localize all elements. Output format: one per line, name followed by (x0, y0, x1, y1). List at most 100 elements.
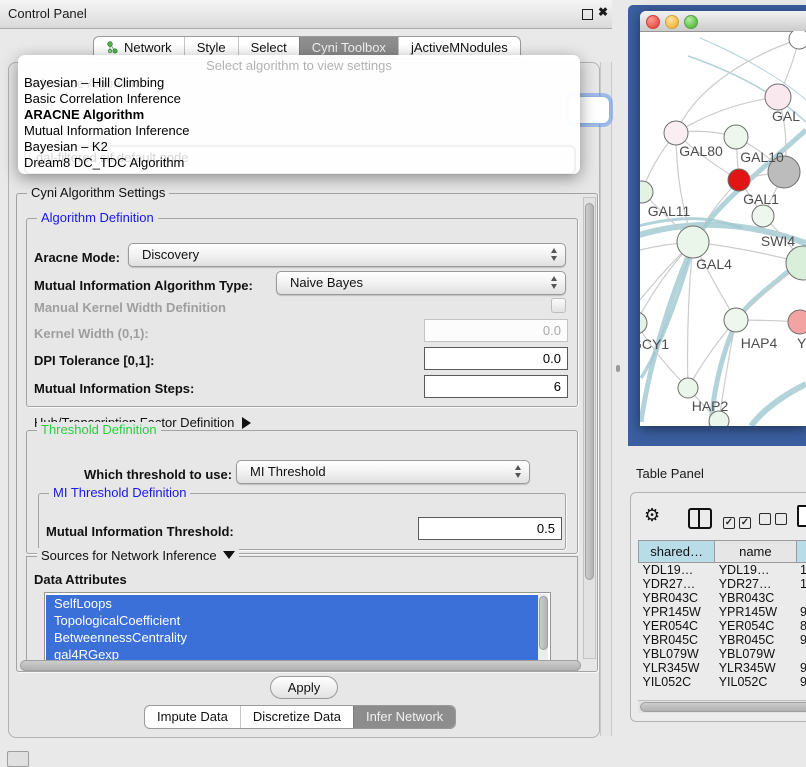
table-cell[interactable]: YDR27… (639, 577, 715, 591)
table-row[interactable]: YBL079WYBL079W (639, 647, 806, 661)
table-cell[interactable]: YDR27… (715, 577, 796, 591)
table-cell[interactable]: 9. (796, 675, 806, 689)
table-cell[interactable]: YIL052C (715, 675, 796, 689)
tab-infer-network[interactable]: Infer Network (353, 706, 455, 728)
table-cell[interactable]: YIL052C (639, 675, 715, 689)
split-columns-icon[interactable] (688, 508, 712, 529)
panel-vertical-scrollbar[interactable] (600, 62, 612, 736)
close-icon[interactable]: ✖ (598, 5, 608, 19)
algorithm-option[interactable]: Bayesian – Hill Climbing (24, 75, 580, 91)
table-cell[interactable]: YER054C (715, 619, 796, 633)
mi-threshold-input[interactable] (418, 517, 562, 540)
network-node[interactable] (728, 169, 750, 191)
attribute-item[interactable]: BetweennessCentrality (46, 629, 540, 646)
table-cell[interactable]: YLR345W (715, 661, 796, 675)
select-all-checkboxes-icon[interactable]: ✓✓ (723, 513, 755, 529)
scrollbar-thumb[interactable] (640, 702, 806, 712)
table-cell[interactable]: 12 (796, 577, 806, 591)
network-node[interactable] (788, 310, 806, 334)
scrollbar-thumb[interactable] (585, 203, 594, 580)
tab-impute-data[interactable]: Impute Data (145, 706, 240, 728)
table-cell[interactable]: YDL19… (639, 563, 715, 578)
table-row[interactable]: YIL052CYIL052C9. (639, 675, 806, 689)
table-cell[interactable]: 9. (796, 661, 806, 675)
table-row[interactable]: YLR345WYLR345W9. (639, 661, 806, 675)
table-cell[interactable]: YLR345W (639, 661, 715, 675)
algorithm-option[interactable]: Bayesian – K2 (24, 139, 580, 155)
apply-button[interactable]: Apply (270, 676, 338, 699)
panel-divider-grip[interactable] (616, 365, 620, 372)
network-node[interactable] (765, 84, 791, 110)
zoom-traffic-light[interactable] (684, 15, 698, 29)
new-table-icon[interactable] (797, 505, 806, 527)
column-header-a[interactable]: A (796, 541, 806, 563)
column-header-name[interactable]: name (715, 541, 796, 563)
table-row[interactable]: YBR043CYBR043C (639, 591, 806, 605)
float-window-icon[interactable] (582, 9, 593, 20)
mi-steps-input[interactable] (424, 375, 568, 398)
network-node[interactable] (664, 121, 688, 145)
table-row[interactable]: YDL19…YDL19…13 (639, 563, 806, 578)
minimize-traffic-light[interactable] (665, 15, 679, 29)
data-attributes-scrollbar[interactable] (538, 594, 548, 660)
settings-vertical-scrollbar[interactable] (583, 197, 596, 659)
table-cell[interactable] (796, 591, 806, 605)
network-edge[interactable] (676, 97, 778, 133)
table-cell[interactable] (796, 647, 806, 661)
network-edge-highlighted[interactable] (751, 384, 806, 426)
table-cell[interactable]: 9. (796, 605, 806, 619)
network-node[interactable] (640, 312, 647, 334)
which-threshold-combo[interactable]: MI Threshold (236, 460, 530, 484)
deselect-all-checkboxes-icon[interactable] (759, 513, 791, 528)
scrollbar-thumb[interactable] (20, 660, 581, 671)
column-header-shared[interactable]: shared… (639, 541, 715, 563)
close-traffic-light[interactable] (646, 15, 660, 29)
table-cell[interactable]: YDL19… (715, 563, 796, 578)
table-cell[interactable]: 9. (796, 633, 806, 647)
dpi-tolerance-input[interactable] (424, 347, 568, 370)
network-window-titlebar[interactable] (640, 11, 806, 32)
network-node[interactable] (724, 308, 748, 332)
table-cell[interactable]: YBL079W (639, 647, 715, 661)
network-node[interactable] (752, 205, 774, 227)
network-node[interactable] (724, 125, 748, 149)
table-row[interactable]: YPR145WYPR145W9. (639, 605, 806, 619)
network-canvas[interactable]: GALGAL80GAL10GAL1GAL11SWI4GAL4GCY1HAP4YH… (640, 31, 806, 426)
algorithm-option[interactable]: ARACNE Algorithm (24, 107, 580, 123)
network-node[interactable] (678, 378, 698, 398)
network-node[interactable] (677, 226, 709, 258)
settings-horizontal-scrollbar[interactable] (20, 660, 581, 671)
manual-kernel-checkbox[interactable] (551, 298, 566, 313)
algorithm-option[interactable]: Mutual Information Inference (24, 123, 580, 139)
sources-legend[interactable]: Sources for Network Inference (37, 548, 239, 563)
attribute-item[interactable]: TopologicalCoefficient (46, 612, 540, 629)
table-cell[interactable]: YER054C (639, 619, 715, 633)
tab-discretize-data[interactable]: Discretize Data (240, 706, 353, 728)
table-row[interactable]: YER054CYER054C8. (639, 619, 806, 633)
table-cell[interactable]: 13 (796, 563, 806, 578)
table-cell[interactable]: YBR045C (639, 633, 715, 647)
table-cell[interactable]: YBR043C (639, 591, 715, 605)
algorithm-option[interactable]: Basic Correlation Inference (24, 91, 580, 107)
data-attributes-list[interactable]: SelfLoopsTopologicalCoefficientBetweenne… (44, 592, 551, 664)
network-node[interactable] (786, 246, 806, 280)
collapsed-panel-grip[interactable] (7, 751, 29, 767)
kernel-width-input[interactable] (424, 319, 568, 342)
table-horizontal-scrollbar[interactable] (638, 700, 806, 713)
table-cell[interactable]: YPR145W (715, 605, 796, 619)
table-cell[interactable]: YPR145W (639, 605, 715, 619)
network-window[interactable]: GALGAL80GAL10GAL1GAL11SWI4GAL4GCY1HAP4YH… (640, 11, 806, 426)
algorithm-option[interactable]: Dream8 DC_TDC Algorithm (24, 155, 580, 171)
aracne-mode-combo[interactable]: Discovery (128, 243, 566, 267)
table-cell[interactable]: 8. (796, 619, 806, 633)
table-cell[interactable]: YBR043C (715, 591, 796, 605)
table-cell[interactable]: YBL079W (715, 647, 796, 661)
mi-type-combo[interactable]: Naive Bayes (276, 271, 566, 295)
network-node[interactable] (789, 31, 806, 49)
scrollbar-thumb[interactable] (539, 596, 548, 650)
table-row[interactable]: YBR045CYBR045C9. (639, 633, 806, 647)
attribute-item[interactable]: SelfLoops (46, 595, 540, 612)
network-node[interactable] (640, 181, 653, 203)
gear-icon[interactable]: ⚙ (644, 505, 660, 526)
table-cell[interactable]: YBR045C (715, 633, 796, 647)
